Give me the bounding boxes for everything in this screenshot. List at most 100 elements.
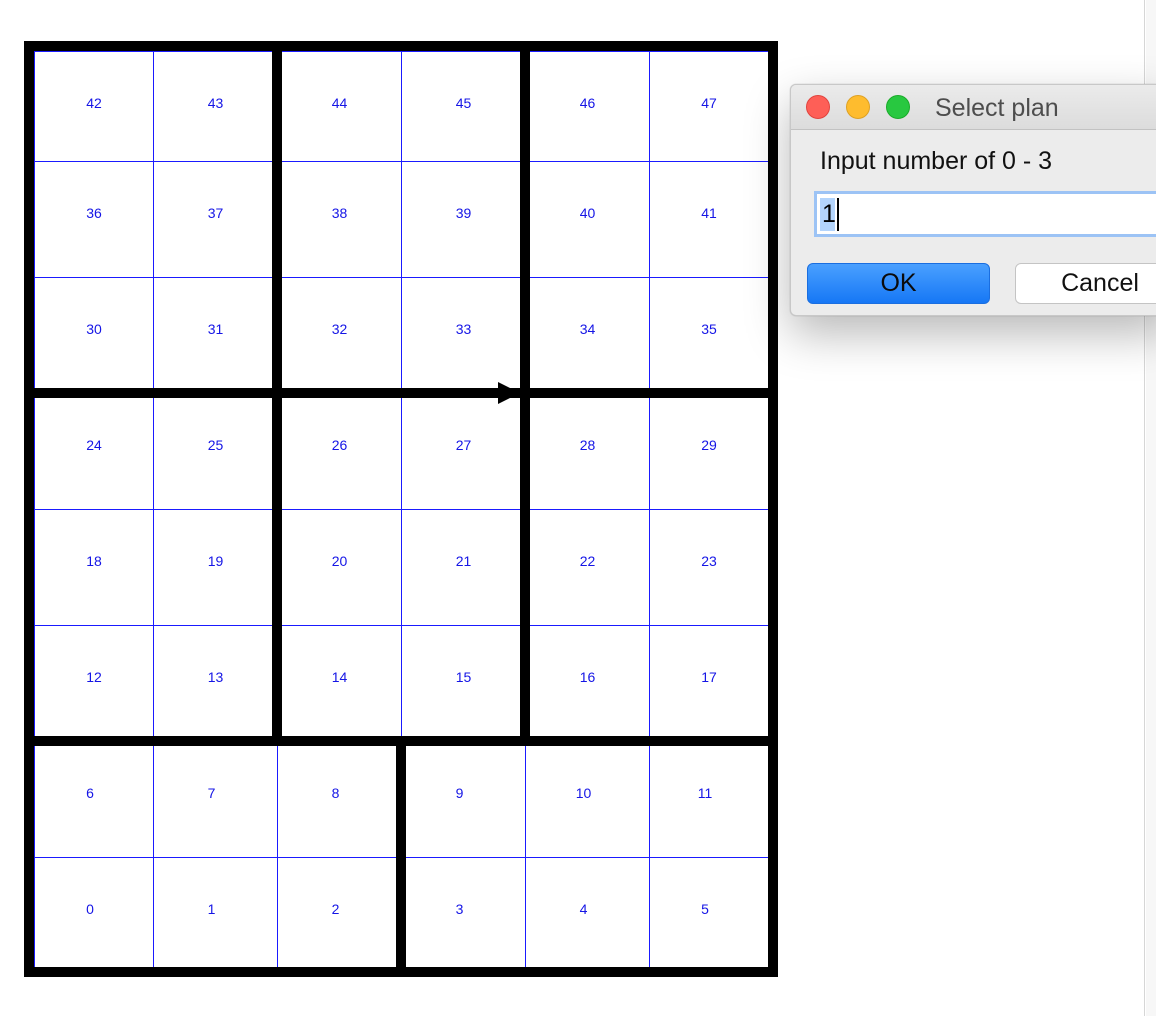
cell-number: 43 [207, 95, 224, 111]
board-cell: 16 [525, 625, 650, 742]
board-cell: 46 [525, 51, 650, 162]
cell-number: 27 [455, 437, 472, 453]
board-cell: 7 [153, 741, 278, 858]
cell-number: 3 [455, 901, 464, 917]
cell-number: 10 [575, 785, 592, 801]
board-cell: 41 [649, 161, 769, 278]
cell-number: 28 [579, 437, 596, 453]
select-plan-dialog: Select plan Input number of 0 - 3 1 OK C… [790, 84, 1156, 316]
board-cell: 45 [401, 51, 526, 162]
board-cell: 37 [153, 161, 278, 278]
board-cell: 2 [277, 857, 402, 968]
cell-number: 22 [579, 553, 596, 569]
plan-number-input[interactable] [814, 191, 1156, 237]
block-divider [396, 741, 406, 977]
cell-number: 8 [331, 785, 340, 801]
cell-number: 47 [701, 95, 717, 111]
maximize-icon[interactable] [886, 95, 910, 119]
cell-number: 2 [331, 901, 340, 917]
board-cell: 1 [153, 857, 278, 968]
cell-number: 23 [701, 553, 717, 569]
cell-number: 16 [579, 669, 596, 685]
board-cell: 26 [277, 393, 402, 510]
cell-number: 25 [207, 437, 224, 453]
cell-number: 13 [207, 669, 224, 685]
cell-number: 19 [207, 553, 224, 569]
board-cell: 35 [649, 277, 769, 394]
board-cell: 20 [277, 509, 402, 626]
board-cell: 3 [401, 857, 526, 968]
board-cell: 24 [34, 393, 154, 510]
dialog-prompt: Input number of 0 - 3 [820, 147, 1053, 175]
cell-number: 21 [455, 553, 472, 569]
cell-number: 24 [86, 437, 102, 453]
board-cell: 17 [649, 625, 769, 742]
board-cell: 4 [525, 857, 650, 968]
board-cell: 31 [153, 277, 278, 394]
cell-number: 37 [207, 205, 224, 221]
board-cell: 22 [525, 509, 650, 626]
cell-number: 0 [86, 901, 94, 917]
input-value: 1 [822, 200, 836, 228]
board-cell: 12 [34, 625, 154, 742]
board-cell: 5 [649, 857, 769, 968]
cell-number: 1 [207, 901, 216, 917]
cell-number: 46 [579, 95, 596, 111]
cell-number: 30 [86, 321, 102, 337]
cell-number: 33 [455, 321, 472, 337]
dialog-titlebar[interactable]: Select plan [791, 85, 1156, 130]
cell-number: 29 [701, 437, 717, 453]
board-border-left [24, 41, 34, 977]
board-cell: 0 [34, 857, 154, 968]
minimize-icon[interactable] [846, 95, 870, 119]
cell-number: 17 [701, 669, 717, 685]
cell-number: 5 [701, 901, 709, 917]
board-cell: 23 [649, 509, 769, 626]
close-icon[interactable] [806, 95, 830, 119]
cell-number: 4 [579, 901, 588, 917]
board-cell: 18 [34, 509, 154, 626]
board-cell: 14 [277, 625, 402, 742]
board-cell: 30 [34, 277, 154, 394]
board-cell: 43 [153, 51, 278, 162]
board-cell: 11 [649, 741, 769, 858]
cell-number: 42 [86, 95, 102, 111]
board-cell: 8 [277, 741, 402, 858]
cell-number: 20 [331, 553, 348, 569]
board-border-right [768, 41, 778, 977]
screen: 42 43 44 45 46 47 36 37 38 39 40 41 30 31 32 33 34 35 24 25… [0, 0, 1156, 1016]
board-cell: 21 [401, 509, 526, 626]
cell-number: 9 [455, 785, 464, 801]
board-cell: 39 [401, 161, 526, 278]
block-divider [272, 41, 282, 741]
board-cell: 44 [277, 51, 402, 162]
arrow-right-icon [498, 382, 520, 404]
board-cell: 9 [401, 741, 526, 858]
board-cell: 32 [277, 277, 402, 394]
board-cell: 10 [525, 741, 650, 858]
cell-number: 6 [86, 785, 94, 801]
ok-button[interactable]: OK [807, 263, 990, 304]
board-cell: 47 [649, 51, 769, 162]
board-cell: 42 [34, 51, 154, 162]
board-cell: 28 [525, 393, 650, 510]
board-cell: 27 [401, 393, 526, 510]
cell-number: 31 [207, 321, 224, 337]
board-cell: 38 [277, 161, 402, 278]
cell-number: 44 [331, 95, 348, 111]
block-divider [24, 388, 778, 398]
board-cell: 33 [401, 277, 526, 394]
board-cell: 40 [525, 161, 650, 278]
cell-number: 32 [331, 321, 348, 337]
cancel-button[interactable]: Cancel [1015, 263, 1156, 304]
cell-number: 12 [86, 669, 102, 685]
cell-number: 39 [455, 205, 472, 221]
cell-number: 35 [701, 321, 717, 337]
cell-number: 14 [331, 669, 348, 685]
cell-number: 15 [455, 669, 472, 685]
dialog-title: Select plan [935, 94, 1059, 122]
board-border-top [24, 41, 778, 51]
cell-number: 34 [579, 321, 596, 337]
cell-number: 7 [207, 785, 216, 801]
cell-number: 40 [579, 205, 596, 221]
